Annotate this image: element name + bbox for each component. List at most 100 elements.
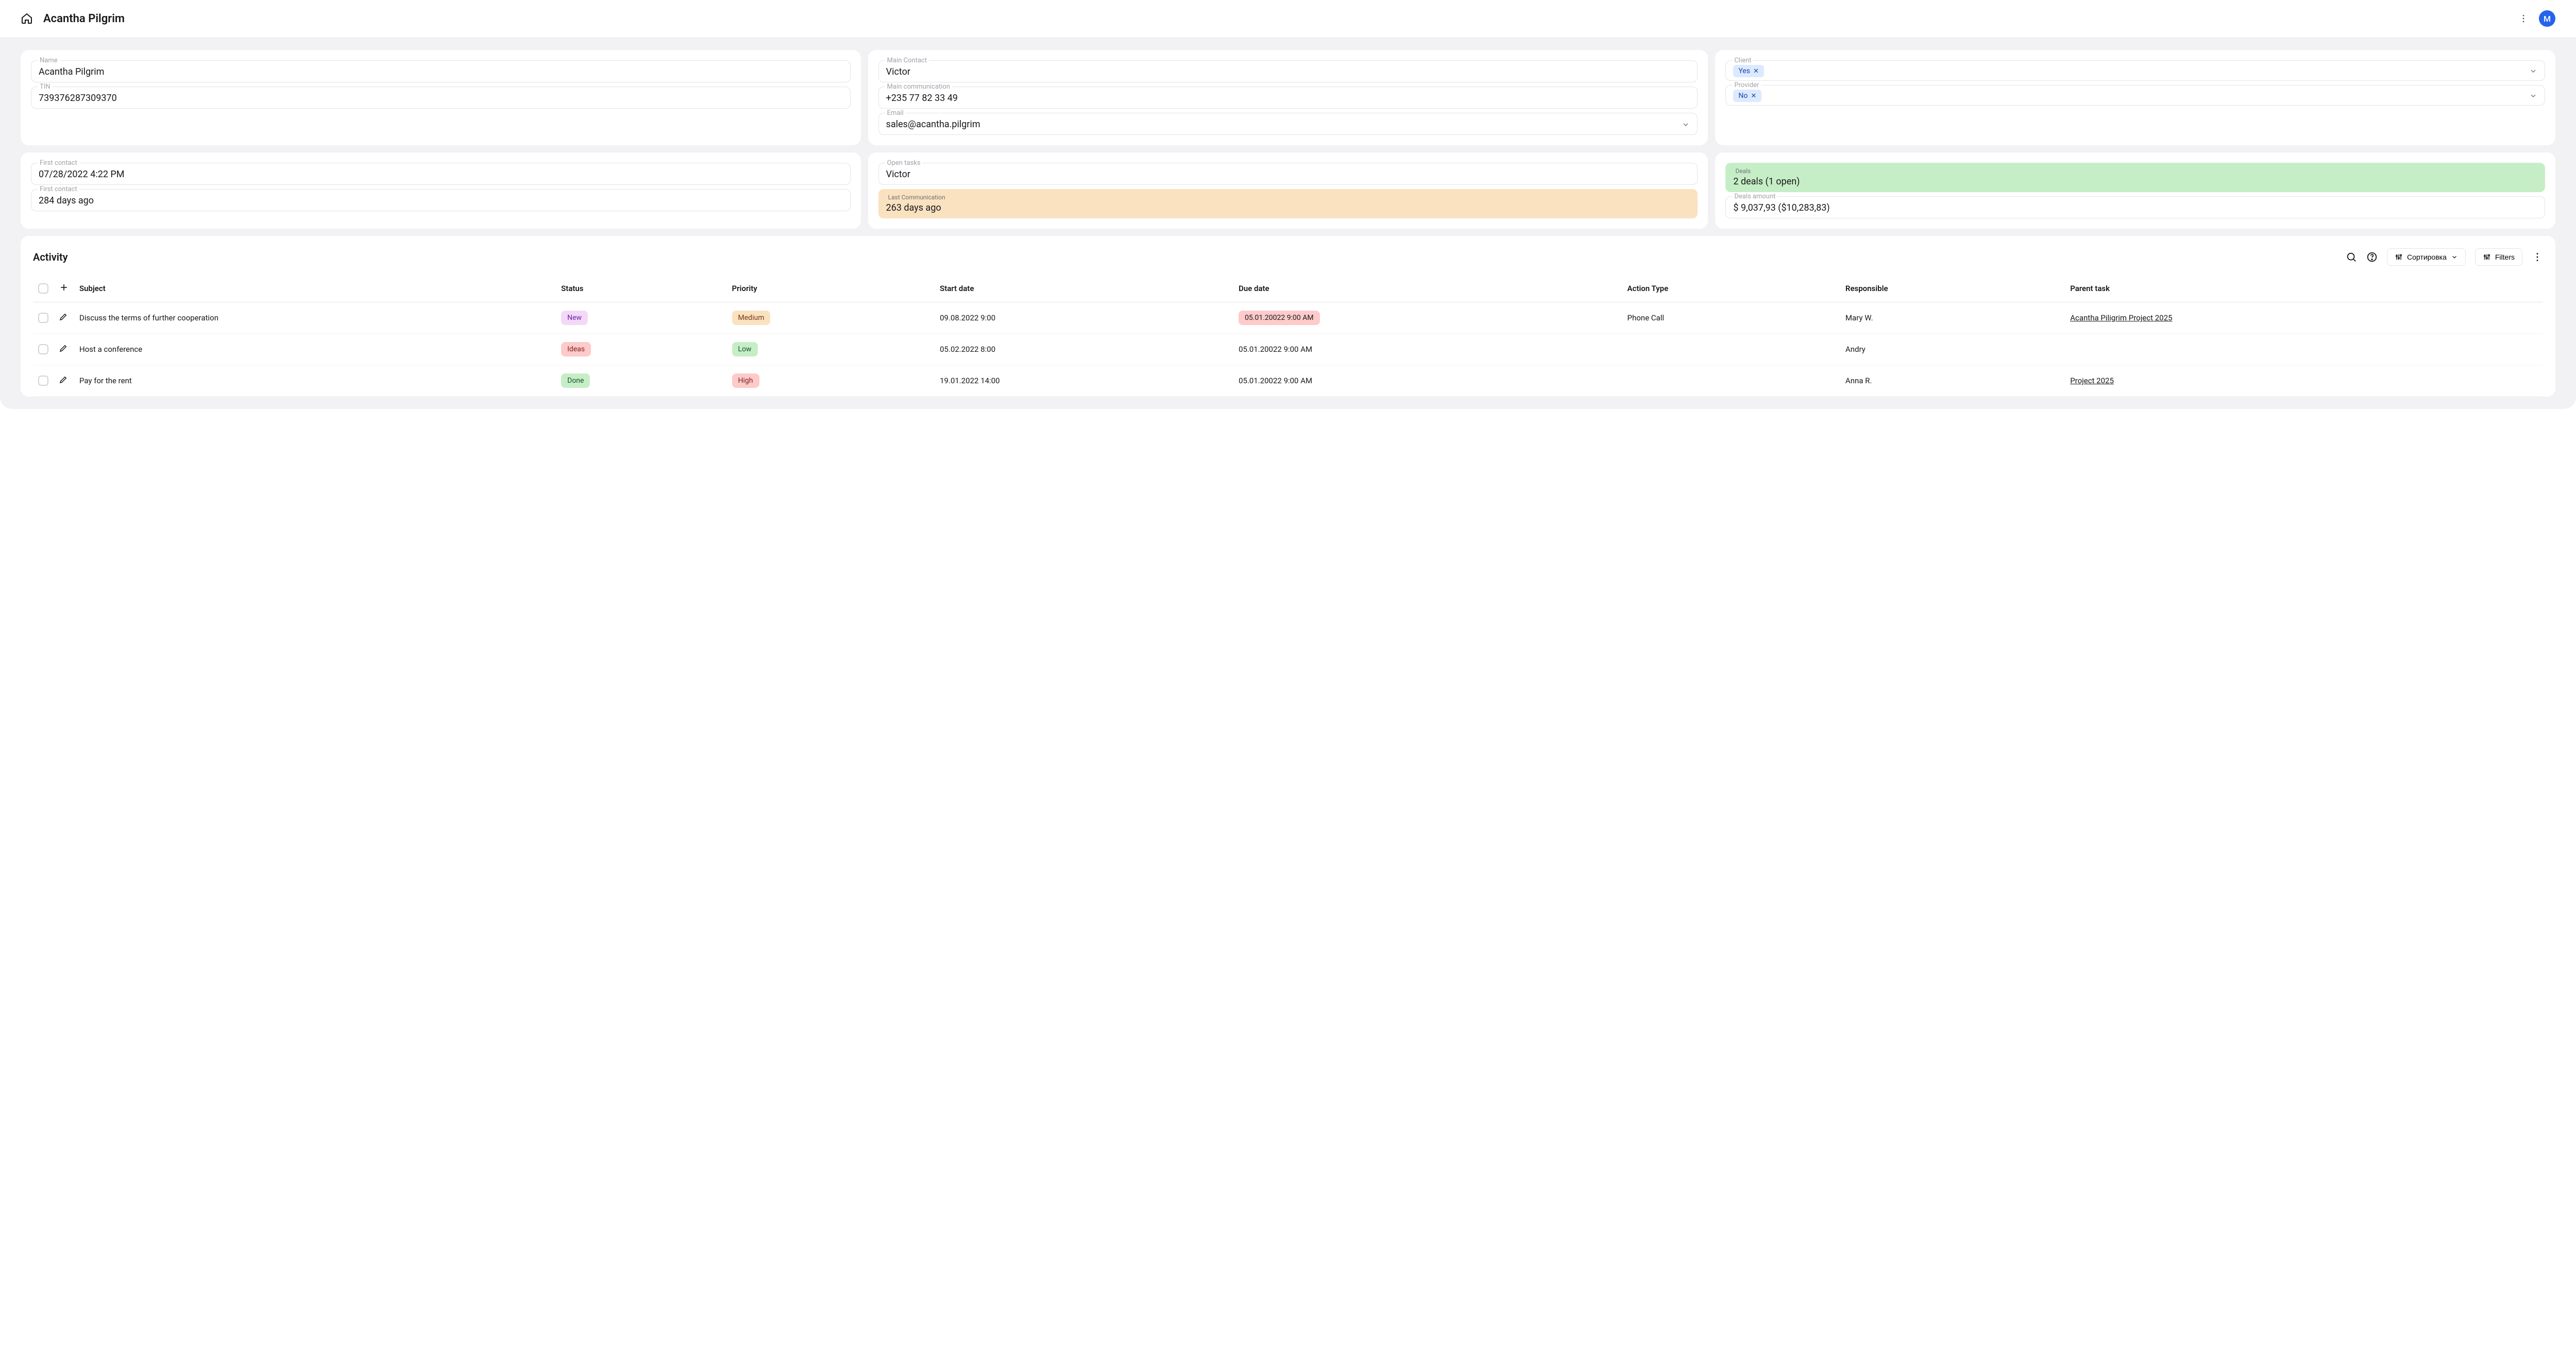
parent-task-link[interactable]: Acantha Piligrim Project 2025 bbox=[2070, 313, 2172, 322]
action-type-cell: Phone Call bbox=[1622, 302, 1840, 334]
name-value: Acantha Pilgrim bbox=[39, 65, 843, 79]
add-row-icon[interactable] bbox=[59, 282, 69, 293]
header-actions: M bbox=[2518, 10, 2555, 27]
activity-title: Activity bbox=[33, 251, 2346, 263]
user-avatar[interactable]: M bbox=[2539, 10, 2555, 27]
deals-field[interactable]: Deals 2 deals (1 open) bbox=[1725, 163, 2545, 192]
col-subject[interactable]: Subject bbox=[74, 275, 556, 302]
sort-button[interactable]: Сортировка bbox=[2387, 248, 2466, 266]
name-field[interactable]: Name Acantha Pilgrim bbox=[31, 60, 851, 82]
filters-button[interactable]: Filters bbox=[2475, 248, 2522, 266]
row-checkbox[interactable] bbox=[38, 344, 48, 354]
activity-card: Activity Сортировка Filters bbox=[21, 236, 2555, 397]
search-icon[interactable] bbox=[2346, 251, 2357, 263]
first-contact-label: First contact bbox=[38, 159, 79, 167]
app-window: Acantha Pilgrim M Name Acantha Pilgrim T… bbox=[0, 0, 2576, 409]
due-date-text: 05.01.20022 9:00 AM bbox=[1239, 345, 1312, 354]
select-all-checkbox[interactable] bbox=[38, 283, 48, 294]
edit-icon[interactable] bbox=[59, 344, 68, 353]
provider-label: Provider bbox=[1732, 81, 1761, 89]
chevron-down-icon bbox=[2529, 92, 2537, 100]
provider-chip-remove-icon[interactable]: ✕ bbox=[1751, 92, 1756, 100]
start-date-cell: 09.08.2022 9:00 bbox=[935, 302, 1233, 334]
responsible-cell: Andry bbox=[1840, 334, 2065, 365]
client-label: Client bbox=[1732, 57, 1753, 64]
content-area: Name Acantha Pilgrim TIN 739376287309370… bbox=[0, 38, 2576, 409]
identity-card: Name Acantha Pilgrim TIN 739376287309370 bbox=[21, 50, 861, 145]
main-contact-label: Main Contact bbox=[885, 57, 929, 64]
subject-cell: Host a conference bbox=[74, 334, 556, 365]
tasks-card: Open tasks Victor Last Communication 263… bbox=[868, 152, 1708, 229]
last-comm-value: 263 days ago bbox=[886, 201, 1690, 215]
priority-badge: Low bbox=[732, 342, 758, 356]
row-checkbox[interactable] bbox=[38, 376, 48, 386]
open-tasks-field[interactable]: Open tasks Victor bbox=[878, 163, 1698, 185]
status-badge: New bbox=[561, 311, 588, 325]
col-due-date[interactable]: Due date bbox=[1233, 275, 1622, 302]
info-cards-row-2: First contact 07/28/2022 4:22 PM First c… bbox=[21, 152, 2555, 229]
col-status[interactable]: Status bbox=[556, 275, 726, 302]
subject-cell: Discuss the terms of further cooperation bbox=[74, 302, 556, 334]
tin-value: 739376287309370 bbox=[39, 91, 843, 105]
parent-task-link[interactable]: Project 2025 bbox=[2070, 376, 2114, 385]
deals-amount-field[interactable]: Deals amount $ 9,037,93 ($10,283,83) bbox=[1725, 196, 2545, 218]
col-parent-task[interactable]: Parent task bbox=[2065, 275, 2543, 302]
main-contact-field[interactable]: Main Contact Victor bbox=[878, 60, 1698, 82]
first-contact-ago-value: 284 days ago bbox=[39, 194, 843, 208]
sliders-icon bbox=[2395, 253, 2403, 261]
more-menu-icon[interactable] bbox=[2532, 251, 2543, 263]
priority-badge: Medium bbox=[732, 311, 771, 325]
edit-icon[interactable] bbox=[59, 375, 68, 384]
first-contact-ago-field[interactable]: First contact 284 days ago bbox=[31, 189, 851, 211]
main-comm-field[interactable]: Main communication +235 77 82 33 49 bbox=[878, 87, 1698, 109]
due-date-badge: 05.01.20022 9:00 AM bbox=[1239, 311, 1320, 325]
status-badge: Ideas bbox=[561, 342, 591, 356]
email-field[interactable]: Email sales@acantha.pilgrim bbox=[878, 113, 1698, 135]
edit-icon[interactable] bbox=[59, 312, 68, 321]
header-bar: Acantha Pilgrim M bbox=[0, 0, 2576, 38]
deals-label: Deals bbox=[1733, 167, 2537, 175]
main-comm-value: +235 77 82 33 49 bbox=[886, 91, 1690, 105]
open-tasks-value: Victor bbox=[886, 167, 1690, 181]
status-badge: Done bbox=[561, 373, 590, 388]
sliders-icon bbox=[2483, 253, 2491, 261]
table-row: Host a conference Ideas Low 05.02.2022 8… bbox=[33, 334, 2543, 365]
activity-header: Activity Сортировка Filters bbox=[33, 248, 2543, 266]
row-checkbox[interactable] bbox=[38, 313, 48, 323]
provider-chip[interactable]: No ✕ bbox=[1733, 90, 1761, 102]
start-date-cell: 19.01.2022 14:00 bbox=[935, 365, 1233, 397]
priority-badge: High bbox=[732, 373, 759, 388]
filters-label: Filters bbox=[2495, 253, 2515, 261]
open-tasks-label: Open tasks bbox=[885, 159, 923, 167]
first-contact-field[interactable]: First contact 07/28/2022 4:22 PM bbox=[31, 163, 851, 185]
col-start-date[interactable]: Start date bbox=[935, 275, 1233, 302]
tin-field[interactable]: TIN 739376287309370 bbox=[31, 87, 851, 109]
chevron-down-icon bbox=[2451, 253, 2458, 261]
col-responsible[interactable]: Responsible bbox=[1840, 275, 2065, 302]
client-chip[interactable]: Yes ✕ bbox=[1733, 65, 1764, 77]
activity-table: Subject Status Priority Start date Due d… bbox=[33, 275, 2543, 397]
start-date-cell: 05.02.2022 8:00 bbox=[935, 334, 1233, 365]
action-type-cell bbox=[1622, 365, 1840, 397]
table-row: Discuss the terms of further cooperation… bbox=[33, 302, 2543, 334]
client-field[interactable]: Client Yes ✕ bbox=[1725, 60, 2545, 81]
more-menu-icon[interactable] bbox=[2518, 13, 2529, 24]
name-label: Name bbox=[38, 57, 60, 64]
deals-amount-value: $ 9,037,93 ($10,283,83) bbox=[1733, 201, 2537, 215]
first-contact-value: 07/28/2022 4:22 PM bbox=[39, 167, 843, 181]
help-icon[interactable] bbox=[2366, 251, 2378, 263]
col-action-type[interactable]: Action Type bbox=[1622, 275, 1840, 302]
subject-cell: Pay for the rent bbox=[74, 365, 556, 397]
sort-label: Сортировка bbox=[2407, 253, 2447, 261]
provider-field[interactable]: Provider No ✕ bbox=[1725, 85, 2545, 106]
first-contact-ago-label: First contact bbox=[38, 185, 79, 193]
tin-label: TIN bbox=[38, 83, 53, 91]
chevron-down-icon bbox=[2529, 67, 2537, 75]
email-value: sales@acantha.pilgrim bbox=[886, 117, 1682, 131]
col-priority[interactable]: Priority bbox=[727, 275, 935, 302]
flags-card: Client Yes ✕ Provider No ✕ bbox=[1715, 50, 2555, 145]
last-comm-field[interactable]: Last Communication 263 days ago bbox=[878, 189, 1698, 218]
home-icon[interactable] bbox=[21, 12, 33, 25]
client-chip-remove-icon[interactable]: ✕ bbox=[1753, 67, 1759, 75]
main-comm-label: Main communication bbox=[885, 83, 952, 91]
